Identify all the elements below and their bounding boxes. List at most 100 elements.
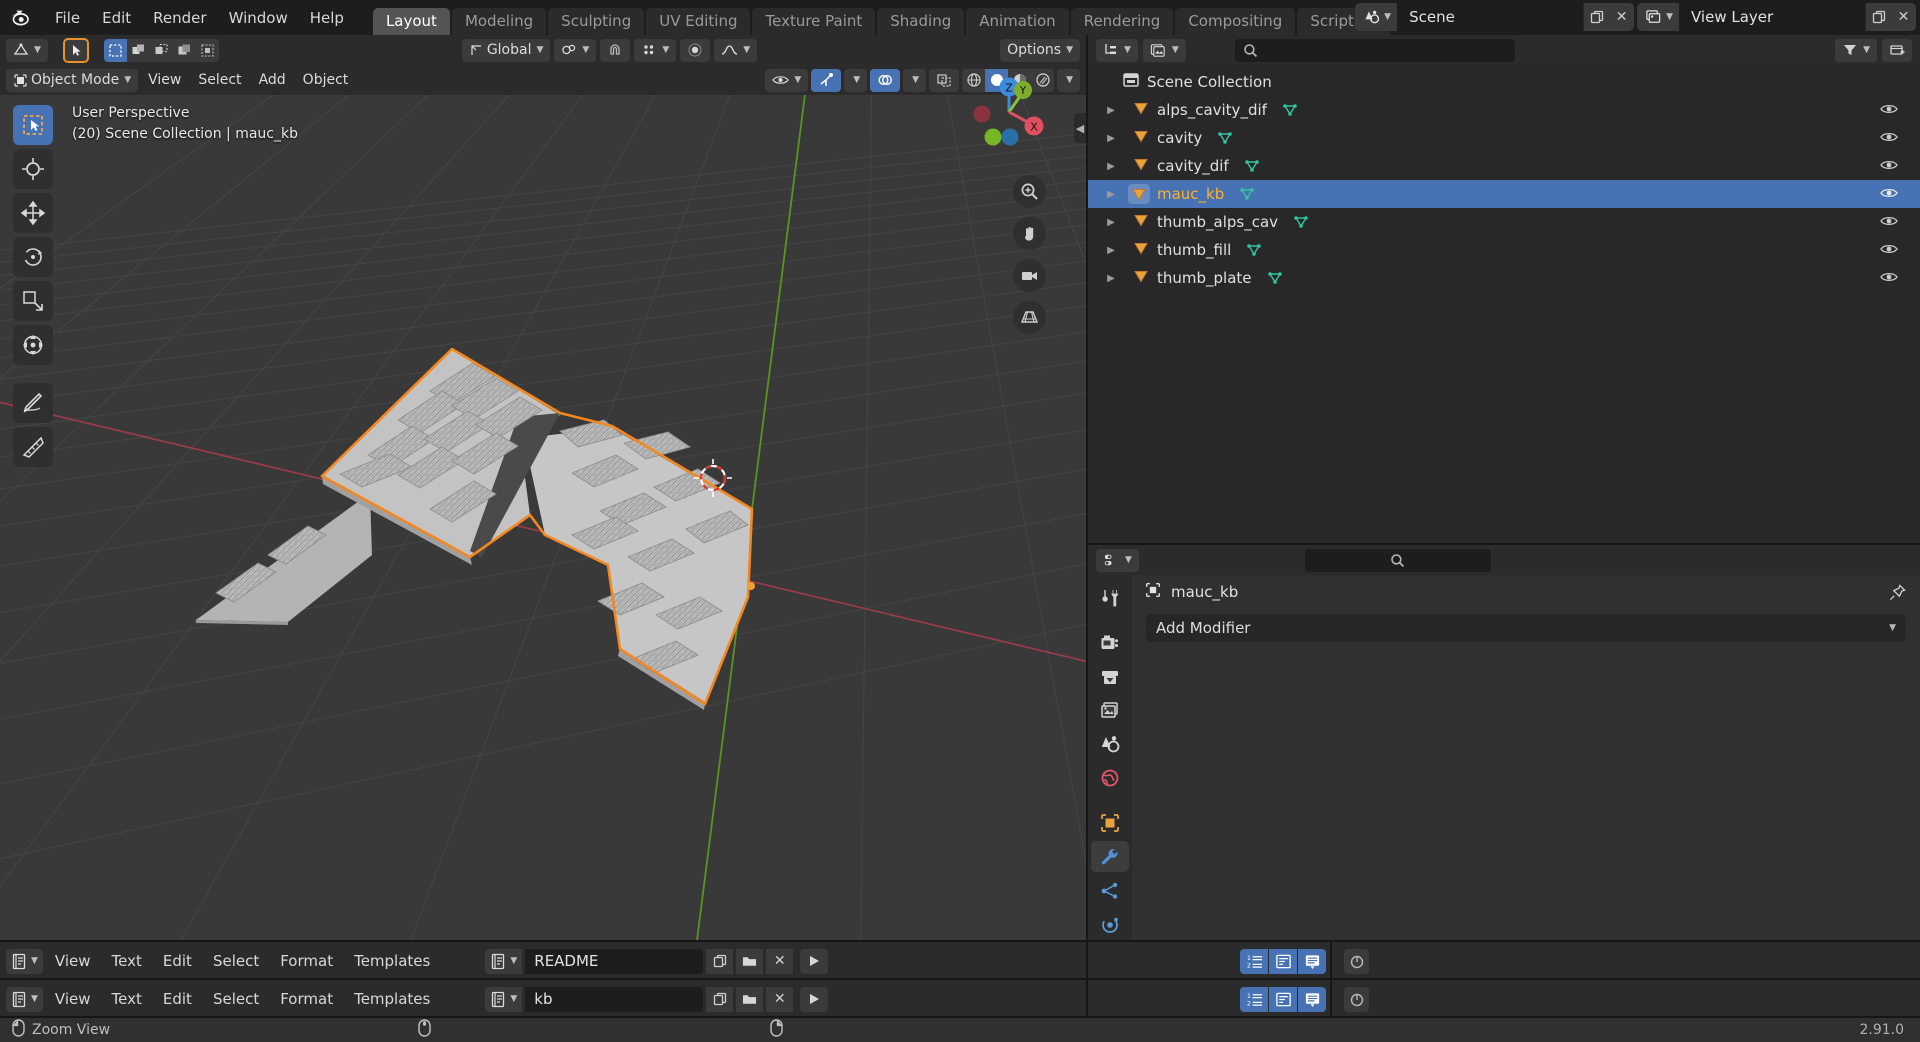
view-layer-remove-button[interactable]: ✕ bbox=[1891, 3, 1916, 31]
workspace-tab-modeling[interactable]: Modeling bbox=[451, 8, 547, 35]
workspace-tab-shading[interactable]: Shading bbox=[877, 8, 965, 35]
pan-hand-icon[interactable] bbox=[1013, 217, 1046, 250]
text-datablock-icon[interactable]: ▼ bbox=[485, 986, 523, 1012]
mesh-data-icon[interactable] bbox=[1238, 185, 1256, 203]
divider-statusbar[interactable] bbox=[0, 1016, 1920, 1018]
divider-viewport-right[interactable] bbox=[1086, 35, 1088, 1018]
divider-outliner-properties[interactable] bbox=[1086, 543, 1920, 545]
workspace-tab-uv-editing[interactable]: UV Editing bbox=[646, 8, 751, 35]
scene-unlink-button[interactable]: ✕ bbox=[1609, 3, 1635, 31]
properties-search-input[interactable] bbox=[1304, 548, 1491, 572]
menu-file[interactable]: File bbox=[44, 5, 91, 31]
disclosure-triangle-icon[interactable]: ▶ bbox=[1100, 273, 1122, 284]
select-intersect-icon[interactable] bbox=[196, 39, 219, 62]
annotate-tool-icon[interactable] bbox=[13, 383, 53, 423]
menu-render[interactable]: Render bbox=[142, 5, 217, 31]
text-menu-templates[interactable]: Templates bbox=[345, 987, 439, 1011]
disclosure-triangle-icon[interactable]: ▶ bbox=[1100, 133, 1122, 144]
object-visibility-dropdown[interactable]: ▼ bbox=[765, 68, 809, 92]
text-menu-text[interactable]: Text bbox=[103, 949, 151, 973]
divider-viewport-texteditor[interactable] bbox=[0, 940, 1920, 942]
add-modifier-dropdown[interactable]: Add Modifier ▼ bbox=[1146, 614, 1906, 642]
mesh-data-icon[interactable] bbox=[1281, 101, 1299, 119]
outliner-item-cavity-dif[interactable]: ▶ cavity_dif bbox=[1088, 152, 1920, 180]
text-open-folder-icon[interactable] bbox=[736, 948, 764, 974]
properties-tab-physics[interactable] bbox=[1091, 909, 1129, 940]
select-extend-icon[interactable] bbox=[127, 39, 150, 62]
shading-dropdown[interactable]: ▼ bbox=[1057, 68, 1080, 92]
blender-logo-icon[interactable] bbox=[8, 5, 34, 31]
viewport-menu-select[interactable]: Select bbox=[191, 69, 248, 92]
view-layer-selector[interactable]: ▼ View Layer ✕ bbox=[1637, 3, 1916, 31]
divider-texteditor-1-2[interactable] bbox=[0, 978, 1920, 980]
properties-tab-output[interactable] bbox=[1091, 661, 1129, 692]
gizmo-dropdown[interactable]: ▼ bbox=[844, 68, 868, 92]
syntax-highlight-icon[interactable] bbox=[1298, 948, 1326, 974]
gizmo-toggle[interactable] bbox=[811, 68, 842, 92]
visibility-eye-icon[interactable] bbox=[1880, 101, 1898, 121]
transform-orientation-dropdown[interactable]: Global ▼ bbox=[461, 38, 551, 62]
word-wrap-icon[interactable] bbox=[1269, 986, 1297, 1012]
outliner-search-input[interactable] bbox=[1234, 38, 1515, 62]
text-new-duplicate-icon[interactable] bbox=[706, 986, 734, 1012]
outliner-item-thumb-fill[interactable]: ▶ thumb_fill bbox=[1088, 236, 1920, 264]
text-menu-edit[interactable]: Edit bbox=[154, 949, 201, 973]
properties-tab-tool[interactable] bbox=[1091, 583, 1129, 614]
syntax-highlight-icon[interactable] bbox=[1298, 986, 1326, 1012]
scene-icon[interactable]: ▼ bbox=[1355, 3, 1398, 31]
workspace-tab-animation[interactable]: Animation bbox=[966, 8, 1069, 35]
overlays-dropdown[interactable]: ▼ bbox=[903, 68, 927, 92]
zoom-icon[interactable] bbox=[1013, 175, 1046, 208]
properties-tab-view-layer[interactable] bbox=[1091, 695, 1129, 726]
text-menu-select[interactable]: Select bbox=[204, 949, 268, 973]
disclosure-triangle-icon[interactable]: ▶ bbox=[1100, 245, 1122, 256]
workspace-tab-rendering[interactable]: Rendering bbox=[1070, 8, 1174, 35]
text-menu-text[interactable]: Text bbox=[103, 987, 151, 1011]
line-numbers-icon[interactable]: 12 bbox=[1240, 986, 1268, 1012]
text-datablock-name-1[interactable]: README bbox=[525, 948, 704, 974]
rotate-tool-icon[interactable] bbox=[13, 237, 53, 277]
falloff-curve-dropdown[interactable]: ▼ bbox=[714, 38, 758, 62]
properties-tab-modifier[interactable] bbox=[1091, 841, 1129, 873]
outliner-item-thumb-alps-cav[interactable]: ▶ thumb_alps_cav bbox=[1088, 208, 1920, 236]
visibility-eye-icon[interactable] bbox=[1880, 185, 1898, 205]
text-menu-edit[interactable]: Edit bbox=[154, 987, 201, 1011]
text-menu-select[interactable]: Select bbox=[204, 987, 268, 1011]
view-axis-gizmo[interactable]: Z Y X bbox=[967, 70, 1051, 154]
word-wrap-icon[interactable] bbox=[1269, 948, 1297, 974]
overlays-toggle[interactable] bbox=[870, 68, 901, 92]
sidebar-collapse-arrow-icon[interactable]: ◀ bbox=[1074, 113, 1086, 143]
move-tool-icon[interactable] bbox=[13, 193, 53, 233]
menu-help[interactable]: Help bbox=[299, 5, 355, 31]
outliner-new-collection-icon[interactable] bbox=[1882, 38, 1912, 62]
select-invert-icon[interactable] bbox=[173, 39, 196, 62]
select-mode-group[interactable] bbox=[103, 38, 219, 62]
scene-selector[interactable]: ▼ Scene ✕ bbox=[1355, 3, 1635, 31]
viewport-canvas[interactable] bbox=[0, 95, 1086, 940]
text-menu-format[interactable]: Format bbox=[271, 949, 342, 973]
text-unlink-icon[interactable]: ✕ bbox=[766, 948, 794, 974]
outliner-filter-funnel-icon[interactable]: ▼ bbox=[1835, 38, 1877, 62]
text-run-script-icon[interactable] bbox=[800, 986, 829, 1012]
disclosure-triangle-icon[interactable]: ▶ bbox=[1100, 161, 1122, 172]
text-datablock-name-2[interactable]: kb bbox=[525, 986, 704, 1012]
outliner-item-mauc-kb[interactable]: ▶ mauc_kb bbox=[1088, 180, 1920, 208]
text-new-duplicate-icon[interactable] bbox=[706, 948, 734, 974]
text-menu-view[interactable]: View bbox=[46, 987, 100, 1011]
scale-tool-icon[interactable] bbox=[13, 281, 53, 321]
viewport-menu-object[interactable]: Object bbox=[296, 69, 356, 92]
mesh-data-icon[interactable] bbox=[1243, 157, 1261, 175]
text-editor-2-status-icon[interactable] bbox=[1344, 987, 1369, 1012]
mesh-data-icon[interactable] bbox=[1292, 213, 1310, 231]
tweak-tool-icon[interactable] bbox=[13, 105, 53, 145]
disclosure-triangle-icon[interactable]: ▶ bbox=[1100, 189, 1122, 200]
properties-tab-world[interactable] bbox=[1091, 763, 1129, 794]
properties-editor-type-icon[interactable]: ▼ bbox=[1096, 548, 1139, 572]
view-layer-name[interactable]: View Layer bbox=[1679, 3, 1865, 31]
editor-type-text-icon[interactable]: ▼ bbox=[6, 986, 43, 1012]
workspace-tab-texture-paint[interactable]: Texture Paint bbox=[752, 8, 876, 35]
magnet-icon[interactable] bbox=[600, 38, 631, 62]
proportional-edit-icon[interactable] bbox=[680, 38, 711, 62]
visibility-eye-icon[interactable] bbox=[1880, 157, 1898, 177]
toggle-perspective-icon[interactable] bbox=[1013, 301, 1046, 334]
